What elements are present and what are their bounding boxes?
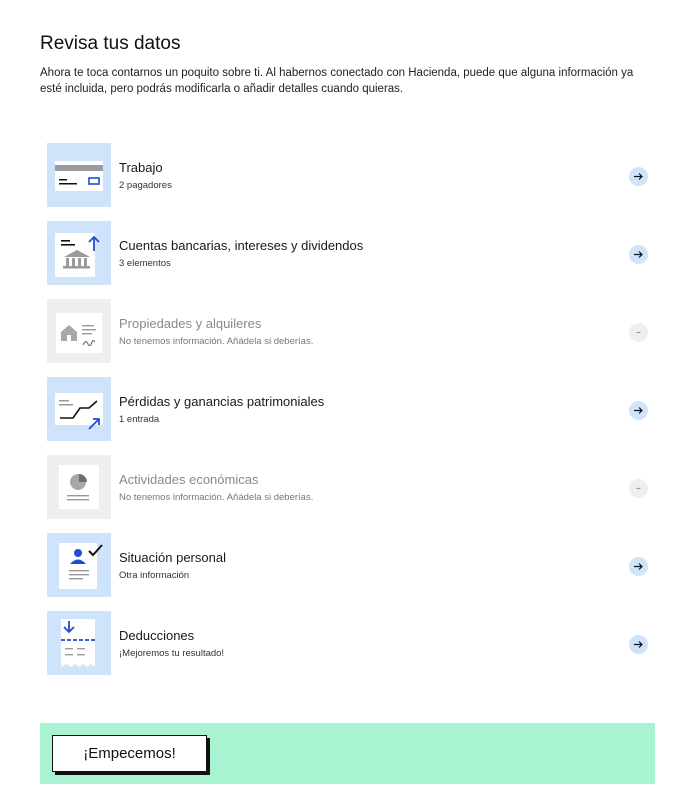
arrow-right-icon[interactable] bbox=[629, 401, 648, 420]
section-item-propiedades[interactable]: Propiedades y alquileres No tenemos info… bbox=[47, 299, 652, 363]
section-subtitle: Otra información bbox=[119, 569, 190, 581]
section-subtitle: 1 entrada bbox=[119, 413, 160, 425]
person-check-icon bbox=[47, 533, 111, 597]
section-subtitle: 2 pagadores bbox=[119, 179, 172, 191]
start-button[interactable]: ¡Empecemos! bbox=[52, 735, 207, 772]
section-title: Actividades económicas bbox=[119, 471, 259, 487]
payslip-icon bbox=[47, 143, 111, 207]
section-title: Situación personal bbox=[119, 549, 226, 565]
arrow-right-icon[interactable] bbox=[629, 167, 648, 186]
section-title: Deducciones bbox=[119, 627, 195, 643]
arrow-right-icon[interactable] bbox=[629, 557, 648, 576]
section-title: Trabajo bbox=[119, 159, 163, 175]
section-item-cuentas[interactable]: Cuentas bancarias, intereses y dividendo… bbox=[47, 221, 652, 285]
arrow-right-icon[interactable] bbox=[629, 635, 648, 654]
dash-icon[interactable] bbox=[629, 479, 648, 498]
review-page: Revisa tus datos Ahora te toca contarnos… bbox=[0, 0, 686, 809]
section-subtitle: 3 elementos bbox=[119, 257, 171, 269]
receipt-download-icon bbox=[47, 611, 111, 675]
dash-icon[interactable] bbox=[629, 323, 648, 342]
section-item-deducciones[interactable]: Deducciones ¡Mejoremos tu resultado! bbox=[47, 611, 652, 675]
section-item-trabajo[interactable]: Trabajo 2 pagadores bbox=[47, 143, 652, 207]
section-title: Cuentas bancarias, intereses y dividendo… bbox=[119, 237, 364, 253]
section-title: Pérdidas y ganancias patrimoniales bbox=[119, 393, 325, 409]
section-item-situacion-personal[interactable]: Situación personal Otra información bbox=[47, 533, 652, 597]
bank-icon bbox=[47, 221, 111, 285]
section-item-actividades[interactable]: Actividades económicas No tenemos inform… bbox=[47, 455, 652, 519]
page-intro: Ahora te toca contarnos un poquito sobre… bbox=[40, 67, 634, 95]
footer-bar: ¡Empecemos! bbox=[40, 723, 655, 784]
section-item-perdidas-ganancias[interactable]: Pérdidas y ganancias patrimoniales 1 ent… bbox=[47, 377, 652, 441]
pie-document-icon bbox=[47, 455, 111, 519]
section-subtitle: No tenemos información. Añádela si deber… bbox=[119, 491, 314, 503]
section-subtitle: ¡Mejoremos tu resultado! bbox=[119, 647, 225, 659]
chart-trend-icon bbox=[47, 377, 111, 441]
section-subtitle: No tenemos información. Añádela si deber… bbox=[119, 335, 314, 347]
house-document-icon bbox=[47, 299, 111, 363]
arrow-right-icon[interactable] bbox=[629, 245, 648, 264]
sections-list: Trabajo 2 pagadores Cuentas bancarias, i… bbox=[47, 143, 652, 689]
section-title: Propiedades y alquileres bbox=[119, 315, 262, 331]
page-title: Revisa tus datos bbox=[40, 33, 181, 54]
